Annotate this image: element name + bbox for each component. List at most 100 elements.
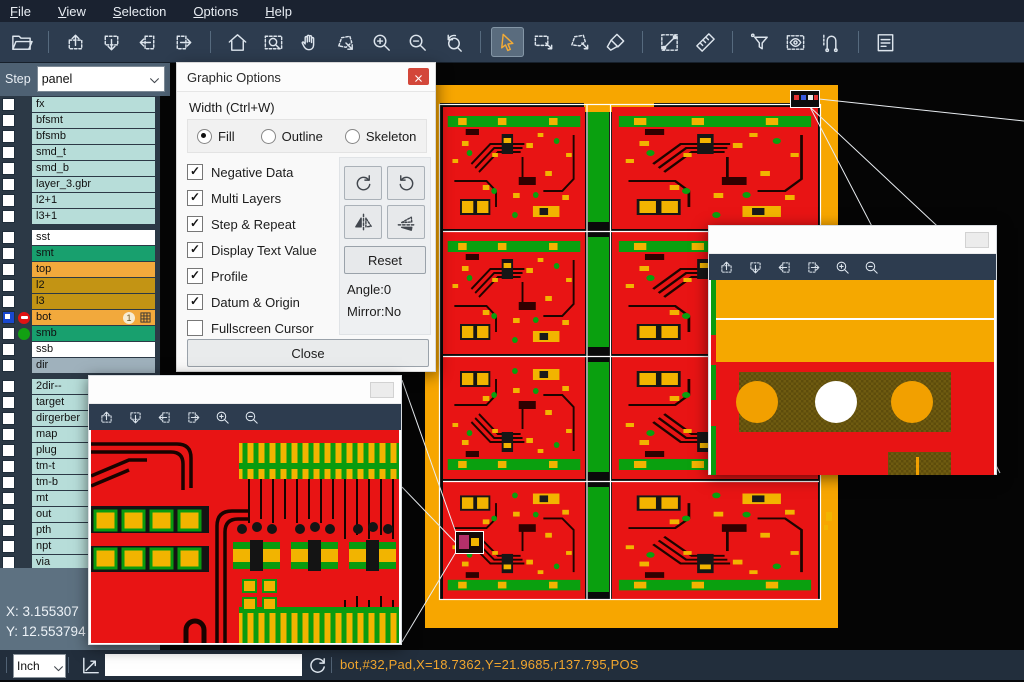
layer-row-smd_t[interactable]: smd_t (0, 145, 160, 160)
layer-visibility-checkbox[interactable] (2, 279, 15, 292)
layer-visibility-checkbox[interactable] (2, 210, 15, 223)
layer-row-l3[interactable]: l3 (0, 294, 160, 309)
layer-visibility-checkbox[interactable] (2, 343, 15, 356)
zoom-window-button[interactable] (370, 382, 394, 398)
zoom-window-button[interactable] (257, 27, 290, 57)
menu-item-selection[interactable]: Selection (113, 4, 166, 19)
rotate-ccw-button[interactable] (387, 166, 425, 200)
layer-visibility-checkbox[interactable] (2, 295, 15, 308)
menu-item-help[interactable]: Help (265, 4, 292, 19)
zoom-out-button[interactable] (401, 27, 434, 57)
layer-row-sst[interactable]: sst (0, 230, 160, 245)
zoom-window-titlebar[interactable] (709, 226, 996, 254)
zoom-window-button[interactable] (965, 232, 989, 248)
layer-visibility-checkbox[interactable] (2, 263, 15, 276)
pan-down-button[interactable] (126, 408, 144, 426)
corner-snap-icon[interactable] (79, 654, 101, 676)
option-negative-data[interactable]: ✓Negative Data (187, 163, 293, 181)
zoom-out-button[interactable] (862, 258, 880, 276)
zoom-window-bottom-left[interactable] (88, 375, 402, 645)
layer-visibility-checkbox[interactable] (2, 492, 15, 505)
home-view-button[interactable] (221, 27, 254, 57)
layer-visibility-checkbox[interactable] (2, 311, 15, 324)
layer-row-l2[interactable]: l2 (0, 278, 160, 293)
zoom-in-button[interactable] (365, 27, 398, 57)
zoom-window-right[interactable] (708, 225, 997, 475)
layer-visibility-checkbox[interactable] (2, 524, 15, 537)
layer-visibility-checkbox[interactable] (2, 396, 15, 409)
layer-row-layer_3.gbr[interactable]: layer_3.gbr (0, 177, 160, 192)
layer-visibility-checkbox[interactable] (2, 162, 15, 175)
pan-left-button[interactable] (775, 258, 793, 276)
ruler-button[interactable] (689, 27, 722, 57)
pan-left-button[interactable] (155, 408, 173, 426)
zoom-in-button[interactable] (833, 258, 851, 276)
pan-left-button[interactable] (131, 27, 164, 57)
layer-row-bfsmt[interactable]: bfsmt (0, 113, 160, 128)
layer-row-bot[interactable]: bot1 (0, 310, 160, 325)
layer-row-smd_b[interactable]: smd_b (0, 161, 160, 176)
layer-visibility-checkbox[interactable] (2, 130, 15, 143)
unroute-button[interactable] (815, 27, 848, 57)
layer-visibility-checkbox[interactable] (2, 460, 15, 473)
refresh-icon[interactable] (306, 654, 328, 676)
zoom-window-view[interactable] (711, 280, 994, 475)
layer-visibility-checkbox[interactable] (2, 178, 15, 191)
layer-visibility-checkbox[interactable] (2, 194, 15, 207)
layer-visibility-checkbox[interactable] (2, 146, 15, 159)
layer-row-top[interactable]: top (0, 262, 160, 277)
view-area-button[interactable] (779, 27, 812, 57)
zoom-in-button[interactable] (213, 408, 231, 426)
select-rect-button[interactable] (527, 27, 560, 57)
layer-visibility-checkbox[interactable] (2, 114, 15, 127)
layer-row-l3+1[interactable]: l3+1 (0, 209, 160, 224)
layer-row-smt[interactable]: smt (0, 246, 160, 261)
close-button[interactable]: Close (187, 339, 429, 367)
command-input[interactable] (105, 654, 302, 676)
pan-right-button[interactable] (804, 258, 822, 276)
pan-up-button[interactable] (97, 408, 115, 426)
layer-visibility-checkbox[interactable] (2, 380, 15, 393)
layer-row-dir[interactable]: dir (0, 358, 160, 373)
layer-visibility-checkbox[interactable] (2, 359, 15, 372)
width-mode-outline[interactable]: Outline (261, 129, 323, 144)
pan-up-button[interactable] (59, 27, 92, 57)
dialog-close-button[interactable] (408, 68, 429, 85)
layer-visibility-checkbox[interactable] (2, 98, 15, 111)
option-display-text-value[interactable]: ✓Display Text Value (187, 241, 317, 259)
dialog-titlebar[interactable]: Graphic Options (177, 63, 435, 92)
layer-row-l2+1[interactable]: l2+1 (0, 193, 160, 208)
option-profile[interactable]: ✓Profile (187, 267, 248, 285)
open-folder-button[interactable] (5, 27, 38, 57)
layer-visibility-checkbox[interactable] (2, 428, 15, 441)
pan-hand-button[interactable] (293, 27, 326, 57)
option-multi-layers[interactable]: ✓Multi Layers (187, 189, 281, 207)
reset-button[interactable]: Reset (344, 246, 426, 274)
option-datum-origin[interactable]: ✓Datum & Origin (187, 293, 300, 311)
layer-row-fx[interactable]: fx (0, 97, 160, 112)
filter-button[interactable] (743, 27, 776, 57)
pan-right-button[interactable] (167, 27, 200, 57)
zoom-window-view[interactable] (91, 430, 399, 643)
select-arrow-button[interactable] (491, 27, 524, 57)
layer-visibility-checkbox[interactable] (2, 540, 15, 553)
layer-row-bfsmb[interactable]: bfsmb (0, 129, 160, 144)
rotate-cw-button[interactable] (344, 166, 382, 200)
mirror-vertical-button[interactable] (387, 205, 425, 239)
layer-visibility-checkbox[interactable] (2, 231, 15, 244)
pan-up-button[interactable] (717, 258, 735, 276)
pan-down-button[interactable] (95, 27, 128, 57)
mirror-horizontal-button[interactable] (344, 205, 382, 239)
layer-visibility-checkbox[interactable] (2, 412, 15, 425)
zoom-out-button[interactable] (242, 408, 260, 426)
layer-row-ssb[interactable]: ssb (0, 342, 160, 357)
layer-visibility-checkbox[interactable] (2, 327, 15, 340)
layer-visibility-checkbox[interactable] (2, 247, 15, 260)
brush-button[interactable] (599, 27, 632, 57)
menu-item-options[interactable]: Options (193, 4, 238, 19)
report-button[interactable] (869, 27, 902, 57)
measure-line-button[interactable] (653, 27, 686, 57)
layer-visibility-checkbox[interactable] (2, 476, 15, 489)
width-mode-skeleton[interactable]: Skeleton (345, 129, 417, 144)
pan-down-button[interactable] (746, 258, 764, 276)
